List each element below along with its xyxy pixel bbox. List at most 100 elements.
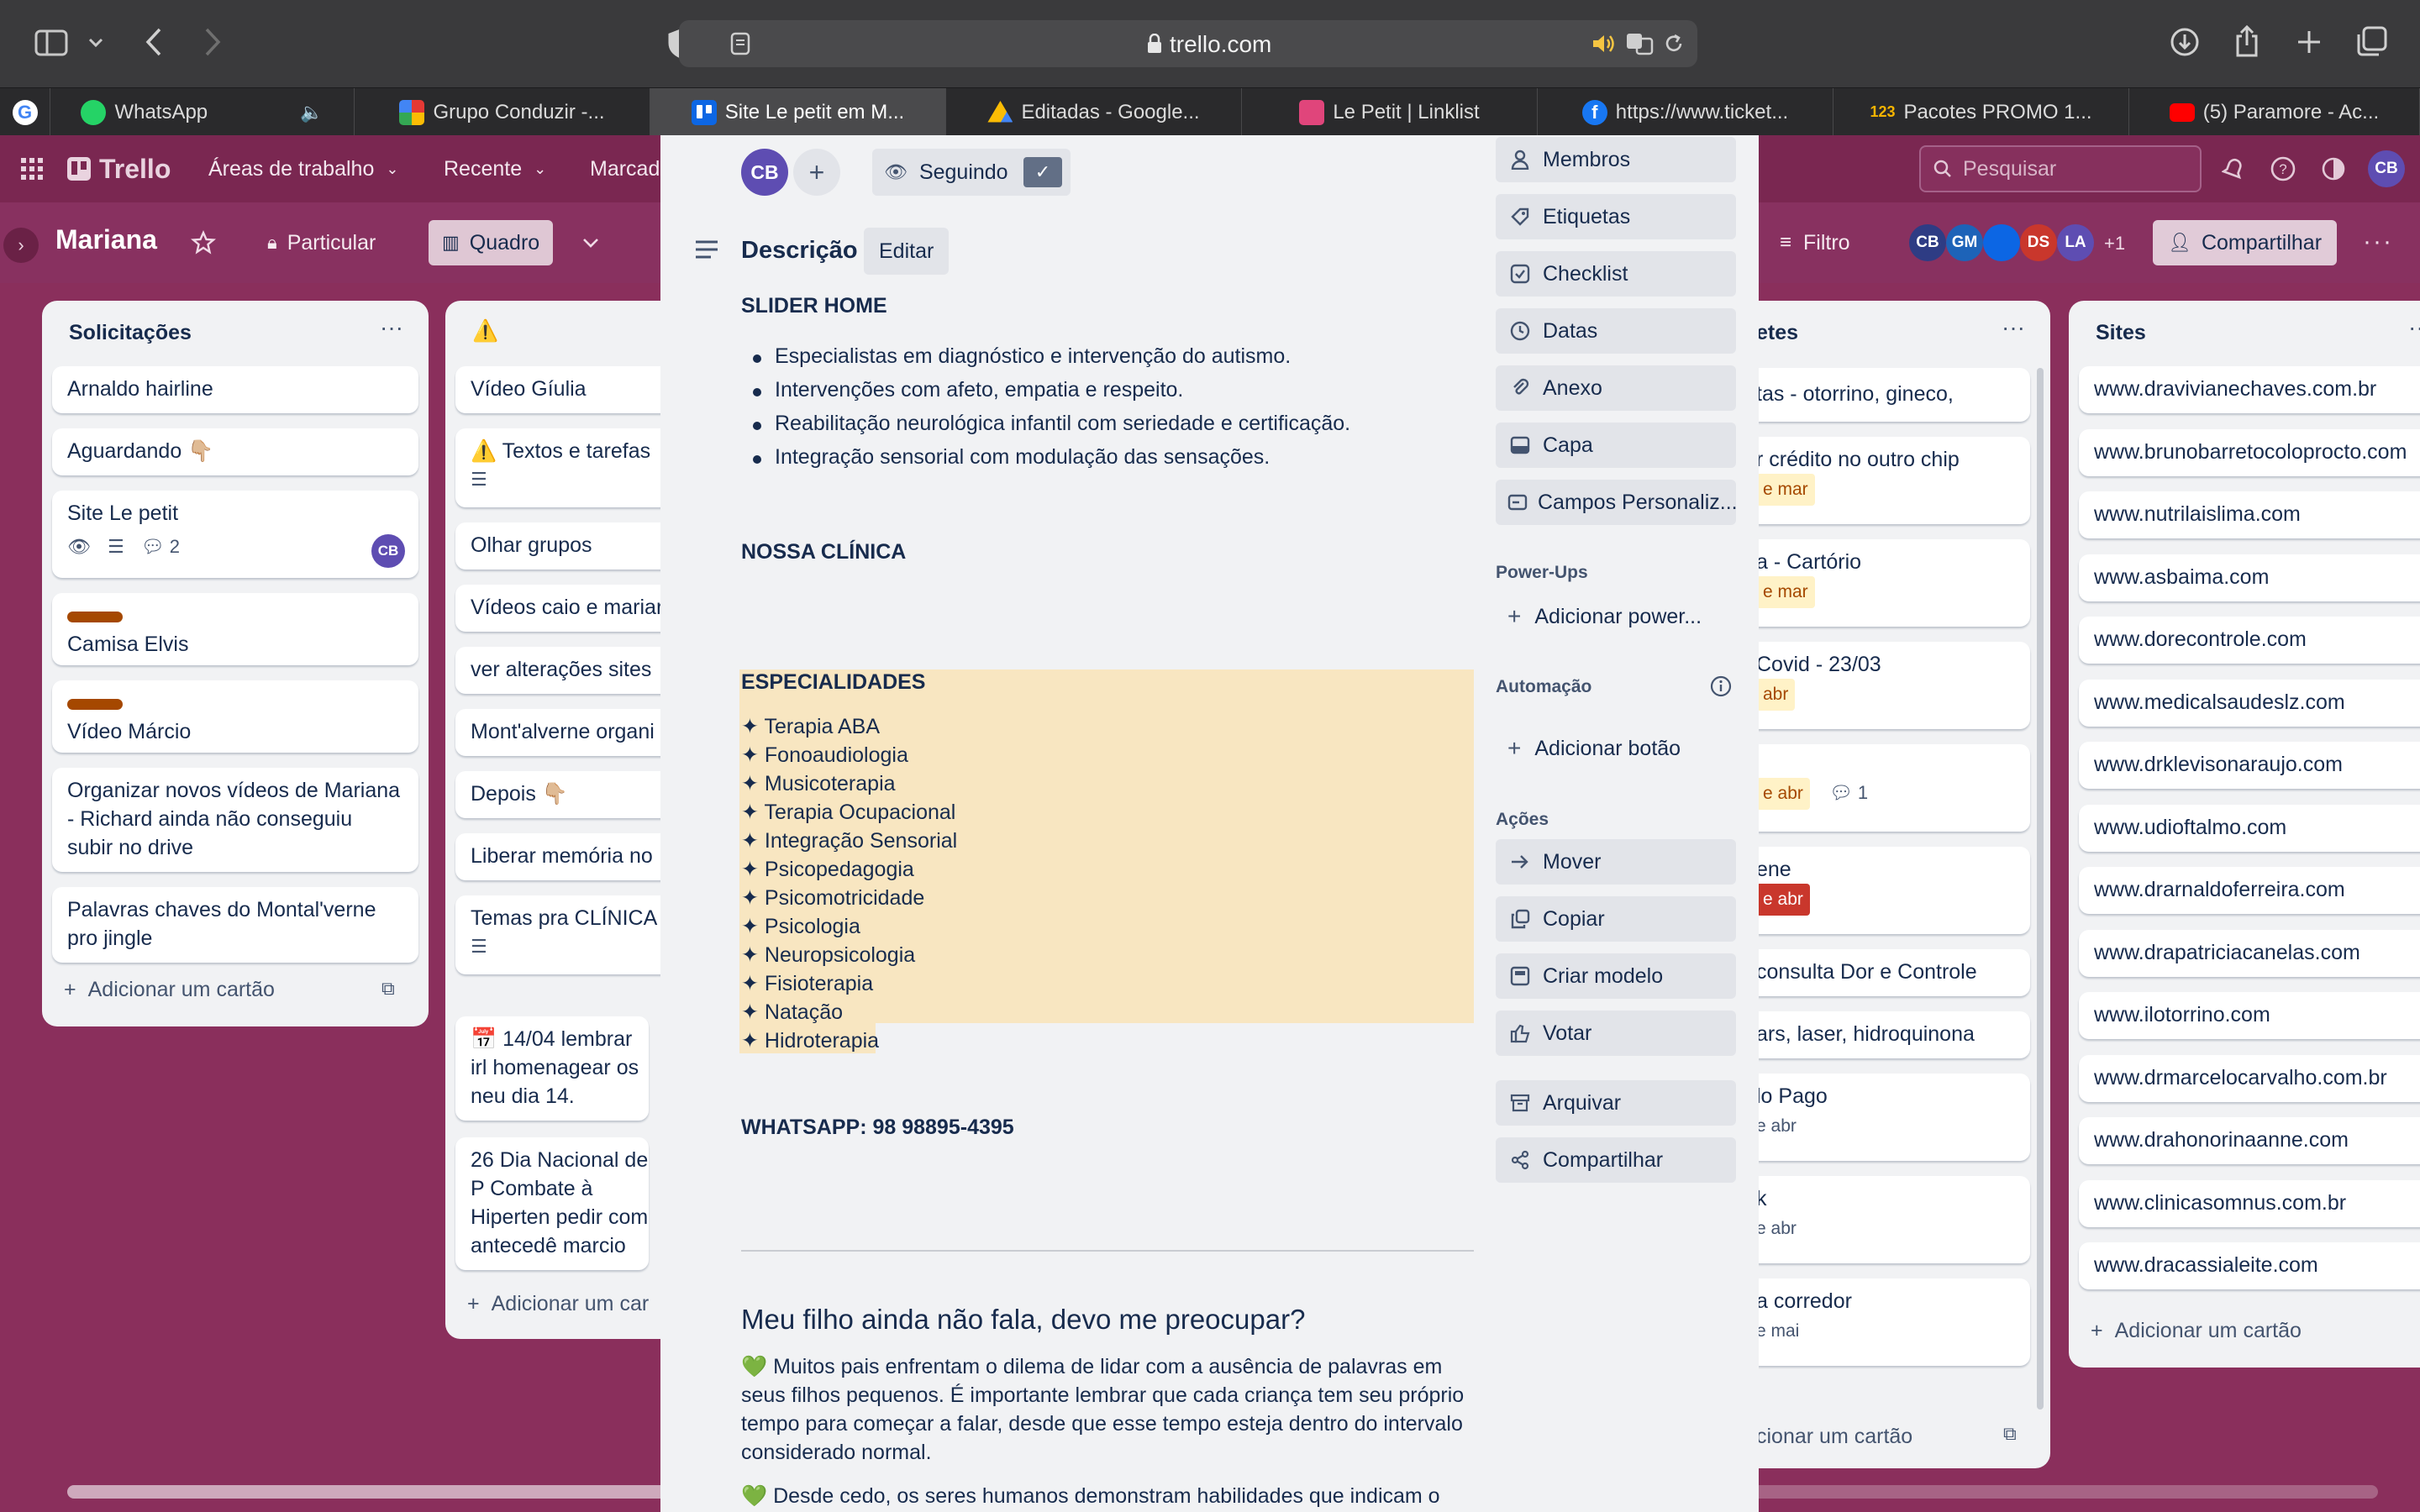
vote-button[interactable]: Votar [1496, 1011, 1736, 1056]
card[interactable]: Covid - 23/03 abr [1714, 642, 2030, 729]
card[interactable]: www.medicalsaudeslz.com [2079, 679, 2420, 727]
member-avatar[interactable]: DS [2020, 224, 2057, 261]
card[interactable]: www.brunobarretocoloprocto.com [2079, 428, 2420, 476]
due-date-badge[interactable]: e mar [1756, 474, 1815, 506]
share-card-button[interactable]: Compartilhar [1496, 1137, 1736, 1183]
tab-grupo-conduzir[interactable]: Grupo Conduzir -... [355, 88, 650, 136]
notifications-icon[interactable] [2218, 153, 2249, 185]
card[interactable]: www.asbaima.com [2079, 554, 2420, 601]
reload-icon[interactable] [1662, 32, 1686, 55]
list-title[interactable]: ⚠️ [472, 319, 498, 344]
due-date-badge[interactable]: e abr [1756, 778, 1810, 810]
info-icon[interactable] [1707, 673, 1734, 700]
card[interactable]: Organizar novos vídeos de Mariana - Rich… [52, 768, 418, 872]
card[interactable]: www.drahonorinaanne.com [2079, 1117, 2420, 1164]
card[interactable]: www.clinicasomnus.com.br [2079, 1179, 2420, 1227]
tab-site-le-petit[interactable]: Site Le petit em M... [650, 88, 946, 136]
new-tab-icon[interactable] [2294, 27, 2324, 57]
card[interactable]: lo Pago e abr [1714, 1074, 2030, 1161]
trello-logo[interactable]: Trello [67, 150, 171, 187]
view-switcher-board[interactable]: ▥ Quadro [429, 220, 554, 265]
card[interactable]: www.ilotorrino.com [2079, 992, 2420, 1039]
member-avatar[interactable] [1983, 224, 2020, 261]
copy-button[interactable]: Copiar [1496, 896, 1736, 942]
archive-button[interactable]: Arquivar [1496, 1080, 1736, 1126]
nav-recent[interactable]: Recente ⌄ [444, 135, 546, 202]
cover-button[interactable]: Capa [1496, 423, 1736, 468]
card[interactable]: Aguardando 👇🏼 [52, 428, 418, 475]
translate-icon[interactable] [1625, 32, 1654, 55]
labels-button[interactable]: Etiquetas [1496, 194, 1736, 239]
card[interactable]: www.drmarcelocarvalho.com.br [2079, 1054, 2420, 1102]
card[interactable]: www.dorecontrole.com [2079, 617, 2420, 664]
card[interactable]: r crédito no outro chip e mar [1714, 437, 2030, 524]
card-member-avatar[interactable]: CB [741, 149, 788, 196]
card[interactable]: www.udioftalmo.com [2079, 804, 2420, 852]
attachment-button[interactable]: Anexo [1496, 365, 1736, 411]
board-menu-icon[interactable]: ··· [2363, 228, 2393, 256]
members-button[interactable]: Membros [1496, 137, 1736, 182]
tab-pacotes-promo[interactable]: 123 Pacotes PROMO 1... [1833, 88, 2129, 136]
card[interactable]: www.drklevisonaraujo.com [2079, 742, 2420, 789]
card-template-icon[interactable]: ⧉ [2003, 1423, 2017, 1445]
members-more[interactable]: +1 [2104, 233, 2125, 255]
speaker-icon[interactable] [1591, 32, 1617, 55]
card[interactable]: www.nutrilaislima.com [2079, 491, 2420, 538]
address-bar[interactable]: trello.com [679, 20, 1697, 67]
make-template-button[interactable]: Criar modelo [1496, 953, 1736, 999]
help-icon[interactable]: ? [2267, 153, 2299, 185]
card[interactable]: a corredor e mai [1714, 1278, 2030, 1366]
checklist-button[interactable]: Checklist [1496, 251, 1736, 297]
member-avatar[interactable]: GM [1946, 224, 1983, 261]
back-icon[interactable] [139, 25, 168, 59]
tab-google[interactable]: G [0, 88, 50, 136]
tab-audio-icon[interactable]: 🔈 [300, 102, 323, 123]
card[interactable]: Arnaldo hairline [52, 366, 418, 413]
nav-workspaces[interactable]: Áreas de trabalho ⌄ [208, 135, 398, 202]
share-icon[interactable] [2232, 24, 2262, 59]
card[interactable]: 📅 14/04 lembrar irl homenagear os neu di… [455, 1016, 649, 1121]
card-template-icon[interactable]: ⧉ [381, 978, 395, 1000]
tab-ticket[interactable]: f https://www.ticket... [1538, 88, 1833, 136]
reader-icon[interactable] [729, 32, 751, 55]
edit-description-button[interactable]: Editar [864, 228, 950, 275]
card[interactable]: Camisa Elvis [52, 593, 418, 665]
card[interactable]: Site Le petit 👁︎ ☰ 💬︎ 2 CB [52, 491, 418, 578]
due-date-badge[interactable]: e abr [1756, 884, 1810, 916]
card[interactable]: ene e abr [1714, 847, 2030, 934]
member-avatar[interactable]: CB [1909, 224, 1946, 261]
share-board-button[interactable]: 👤︎ Compartilhar [2153, 220, 2338, 265]
visibility-button[interactable]: 🔒︎ Particular [257, 220, 386, 265]
list-title[interactable]: Solicitações [69, 321, 192, 345]
list-menu-icon[interactable]: ··· [2408, 314, 2420, 341]
add-card-button[interactable]: + Adicionar um cartão [64, 978, 275, 1002]
list-title[interactable]: etes [1756, 321, 1798, 345]
tab-paramore[interactable]: (5) Paramore - Ac... [2129, 88, 2420, 136]
custom-fields-button[interactable]: Campos Personaliz... [1496, 480, 1736, 525]
card[interactable]: tas - otorrino, gineco, [1714, 368, 2030, 422]
dates-button[interactable]: Datas [1496, 308, 1736, 354]
card[interactable]: Vídeo Márcio [52, 680, 418, 753]
filter-button[interactable]: ≡ Filtro [1770, 220, 1860, 265]
card[interactable]: e abr 💬︎ 1 [1714, 744, 2030, 832]
user-avatar[interactable]: CB [2368, 150, 2405, 187]
card[interactable]: ars, laser, hidroquinona [1714, 1011, 2030, 1058]
add-member-button[interactable]: + [793, 149, 840, 196]
board-title[interactable]: Mariana [55, 224, 157, 255]
card-member-avatar[interactable]: CB [371, 534, 405, 568]
url-text[interactable]: trello.com [1170, 31, 1271, 58]
nav-starred[interactable]: Marcad [590, 135, 660, 202]
card[interactable]: a - Cartório e mar [1714, 539, 2030, 627]
card[interactable]: 26 Dia Nacional de P Combate à Hiperten … [455, 1137, 649, 1270]
list-title[interactable]: Sites [2096, 321, 2146, 345]
move-button[interactable]: Mover [1496, 839, 1736, 885]
list-menu-icon[interactable]: ··· [380, 314, 403, 341]
add-powerup-button[interactable]: + Adicionar power... [1496, 594, 1736, 639]
tab-le-petit-linklist[interactable]: Le Petit | Linklist [1242, 88, 1538, 136]
add-card-button[interactable]: cionar um cartão [1756, 1425, 1912, 1449]
tab-whatsapp[interactable]: WhatsApp 🔈 [50, 88, 355, 136]
add-card-button[interactable]: + Adicionar um cartão [2091, 1319, 2302, 1343]
card[interactable]: www.drarnaldoferreira.com [2079, 867, 2420, 914]
list-scrollbar[interactable] [2037, 368, 2044, 1410]
add-automation-button[interactable]: + Adicionar botão [1496, 726, 1736, 771]
